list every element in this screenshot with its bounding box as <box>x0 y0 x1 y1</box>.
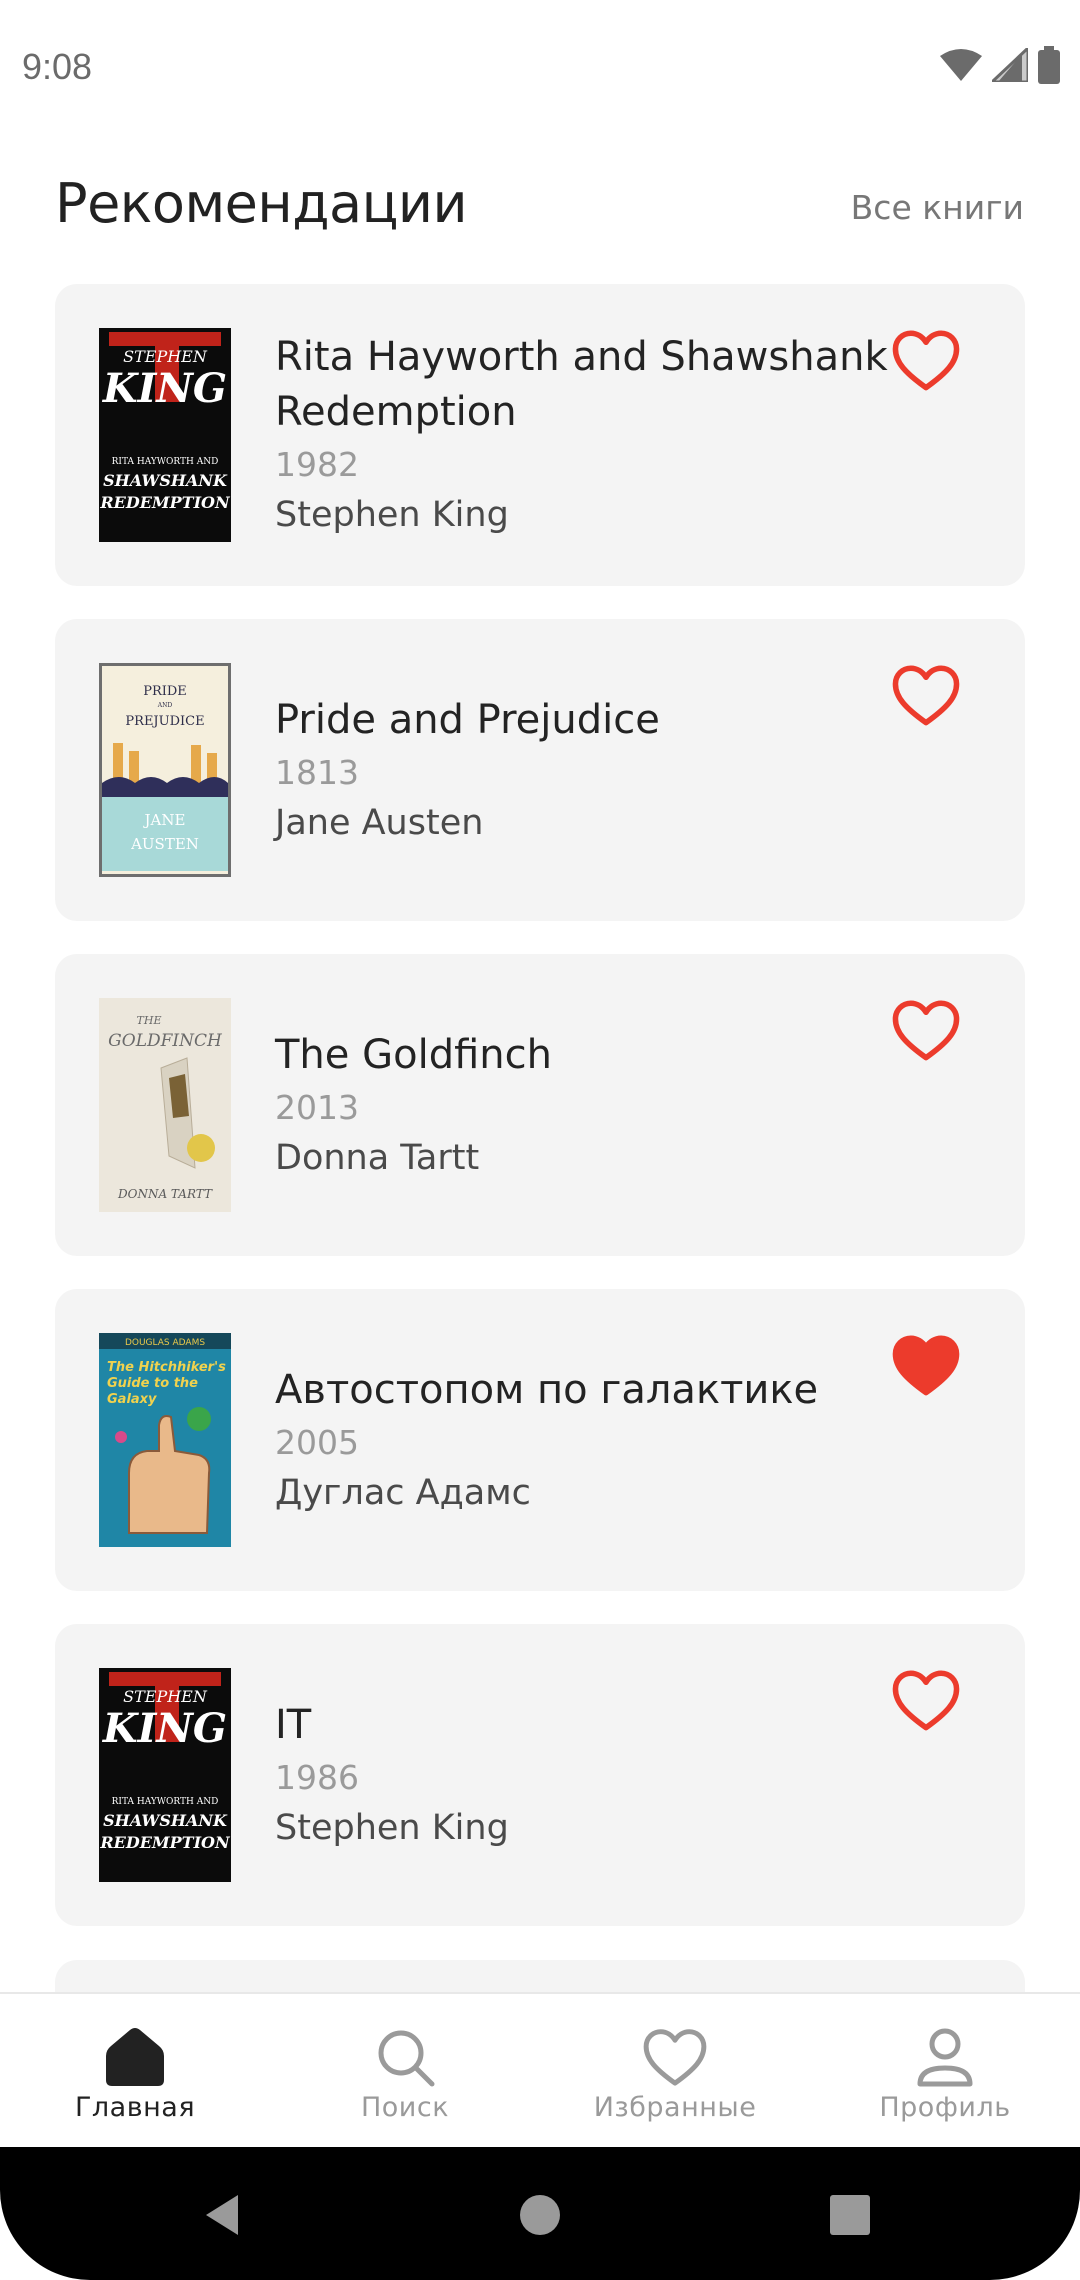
favorite-heart-outline-icon[interactable] <box>891 998 961 1062</box>
svg-text:Guide to the: Guide to the <box>107 1376 198 1391</box>
wifi-icon <box>940 49 982 81</box>
home-icon <box>106 2028 164 2086</box>
book-author: Stephen King <box>275 495 509 535</box>
nav-tab-search[interactable]: Поиск <box>270 1994 540 2147</box>
svg-text:REDEMPTION: REDEMPTION <box>99 493 231 512</box>
system-navigation-bar <box>0 2147 1080 2280</box>
book-card[interactable]: THE GOLDFINCH DONNA TARTT The Goldfinch … <box>55 954 1025 1256</box>
heart-icon <box>643 2029 707 2086</box>
favorite-heart-filled-icon[interactable] <box>891 1333 961 1397</box>
svg-text:RITA HAYWORTH AND: RITA HAYWORTH AND <box>112 457 219 467</box>
book-cover: STEPHEN KING RITA HAYWORTH AND SHAWSHANK… <box>99 1668 231 1882</box>
book-info: Rita Hayworth and Shawshank Redemption 1… <box>275 284 895 586</box>
home-button-icon[interactable] <box>512 2187 568 2243</box>
book-title: The Goldfinch <box>275 1031 552 1078</box>
back-icon[interactable] <box>198 2187 254 2243</box>
nav-tab-home[interactable]: Главная <box>0 1994 270 2147</box>
svg-text:Galaxy: Galaxy <box>107 1392 157 1407</box>
svg-text:SHAWSHANK: SHAWSHANK <box>103 1811 228 1830</box>
book-cover: DOUGLAS ADAMS The Hitchhiker's Guide to … <box>99 1333 231 1547</box>
svg-text:AUSTEN: AUSTEN <box>130 835 199 853</box>
stephen-king-cover: STEPHEN KING RITA HAYWORTH AND SHAWSHANK… <box>99 328 231 542</box>
hitchhiker-cover: DOUGLAS ADAMS The Hitchhiker's Guide to … <box>99 1333 231 1547</box>
favorite-heart-outline-icon[interactable] <box>891 328 961 392</box>
svg-text:REDEMPTION: REDEMPTION <box>99 1833 231 1852</box>
svg-text:KING: KING <box>102 1705 227 1752</box>
status-bar: 9:08 <box>0 0 1080 140</box>
battery-icon <box>1038 46 1060 84</box>
svg-text:KING: KING <box>102 365 227 412</box>
goldfinch-cover: THE GOLDFINCH DONNA TARTT <box>99 998 231 1212</box>
book-year: 2013 <box>275 1087 359 1127</box>
search-icon <box>378 2030 435 2087</box>
app-screen: 9:08 Рекомендации Все книги STEPHEN KING… <box>0 0 1080 2280</box>
book-year: 2005 <box>275 1422 359 1462</box>
book-title: Pride and Prejudice <box>275 696 660 743</box>
svg-text:The Hitchhiker's: The Hitchhiker's <box>107 1360 226 1375</box>
recents-icon[interactable] <box>822 2187 878 2243</box>
book-author: Дуглас Адамс <box>275 1472 531 1513</box>
nav-label: Поиск <box>360 2092 450 2123</box>
svg-text:GOLDFINCH: GOLDFINCH <box>108 1031 223 1051</box>
svg-text:AND: AND <box>157 702 173 709</box>
book-info: Автостопом по галактике 2005 Дуглас Адам… <box>275 1289 895 1591</box>
book-card[interactable]: STEPHEN KING RITA HAYWORTH AND SHAWSHANK… <box>55 284 1025 586</box>
status-time: 9:08 <box>22 46 93 87</box>
profile-icon <box>917 2028 973 2087</box>
book-list: STEPHEN KING RITA HAYWORTH AND SHAWSHANK… <box>55 284 1025 1959</box>
book-title: Автостопом по галактике <box>275 1366 819 1413</box>
svg-text:STEPHEN: STEPHEN <box>123 347 208 366</box>
book-cover: PRIDE AND PREJUDICE JANE AUSTEN <box>99 663 231 877</box>
svg-text:JANE: JANE <box>143 811 186 829</box>
book-cover: THE GOLDFINCH DONNA TARTT <box>99 998 231 1212</box>
favorite-heart-outline-icon[interactable] <box>891 663 961 727</box>
nav-label: Главная <box>74 2092 196 2123</box>
status-icons <box>940 46 1060 84</box>
book-card[interactable]: DOUGLAS ADAMS The Hitchhiker's Guide to … <box>55 1289 1025 1591</box>
book-card[interactable]: STEPHEN KING RITA HAYWORTH AND SHAWSHANK… <box>55 1624 1025 1926</box>
svg-text:SHAWSHANK: SHAWSHANK <box>103 471 228 490</box>
svg-text:STEPHEN: STEPHEN <box>123 1687 208 1706</box>
nav-label: Избранные <box>593 2092 757 2123</box>
svg-text:PREJUDICE: PREJUDICE <box>125 714 204 729</box>
svg-text:DOUGLAS ADAMS: DOUGLAS ADAMS <box>125 1338 205 1348</box>
book-card[interactable]: PRIDE AND PREJUDICE JANE AUSTEN Pride an… <box>55 619 1025 921</box>
book-info: Pride and Prejudice 1813 Jane Austen <box>275 619 895 921</box>
signal-icon <box>992 48 1028 82</box>
page-title: Рекомендации <box>55 172 468 235</box>
book-author: Donna Tartt <box>275 1137 480 1178</box>
svg-text:THE: THE <box>137 1014 162 1027</box>
nav-tab-favorites[interactable]: Избранные <box>540 1994 810 2147</box>
nav-tab-profile[interactable]: Профиль <box>810 1994 1080 2147</box>
stephen-king-cover: STEPHEN KING RITA HAYWORTH AND SHAWSHANK… <box>99 1668 231 1882</box>
book-year: 1982 <box>275 445 359 484</box>
book-year: 1813 <box>275 752 359 792</box>
book-year: 1986 <box>275 1757 359 1797</box>
bottom-navigation: Главная Поиск Избранные Профиль <box>0 1992 1080 2147</box>
svg-text:RITA HAYWORTH AND: RITA HAYWORTH AND <box>112 1797 219 1807</box>
book-author: Stephen King <box>275 1807 509 1848</box>
book-cover: STEPHEN KING RITA HAYWORTH AND SHAWSHANK… <box>99 328 231 542</box>
nav-label: Профиль <box>879 2092 1011 2123</box>
book-title: IT <box>275 1701 312 1748</box>
book-title: Rita Hayworth and Shawshank Redemption <box>275 334 888 435</box>
book-author: Jane Austen <box>275 802 484 843</box>
book-info: IT 1986 Stephen King <box>275 1624 895 1926</box>
book-info: The Goldfinch 2013 Donna Tartt <box>275 954 895 1256</box>
svg-text:DONNA TARTT: DONNA TARTT <box>117 1187 213 1201</box>
see-all-books-link[interactable]: Все книги <box>851 188 1024 227</box>
svg-text:PRIDE: PRIDE <box>143 684 187 699</box>
favorite-heart-outline-icon[interactable] <box>891 1668 961 1732</box>
pride-prejudice-cover: PRIDE AND PREJUDICE JANE AUSTEN <box>99 663 231 877</box>
